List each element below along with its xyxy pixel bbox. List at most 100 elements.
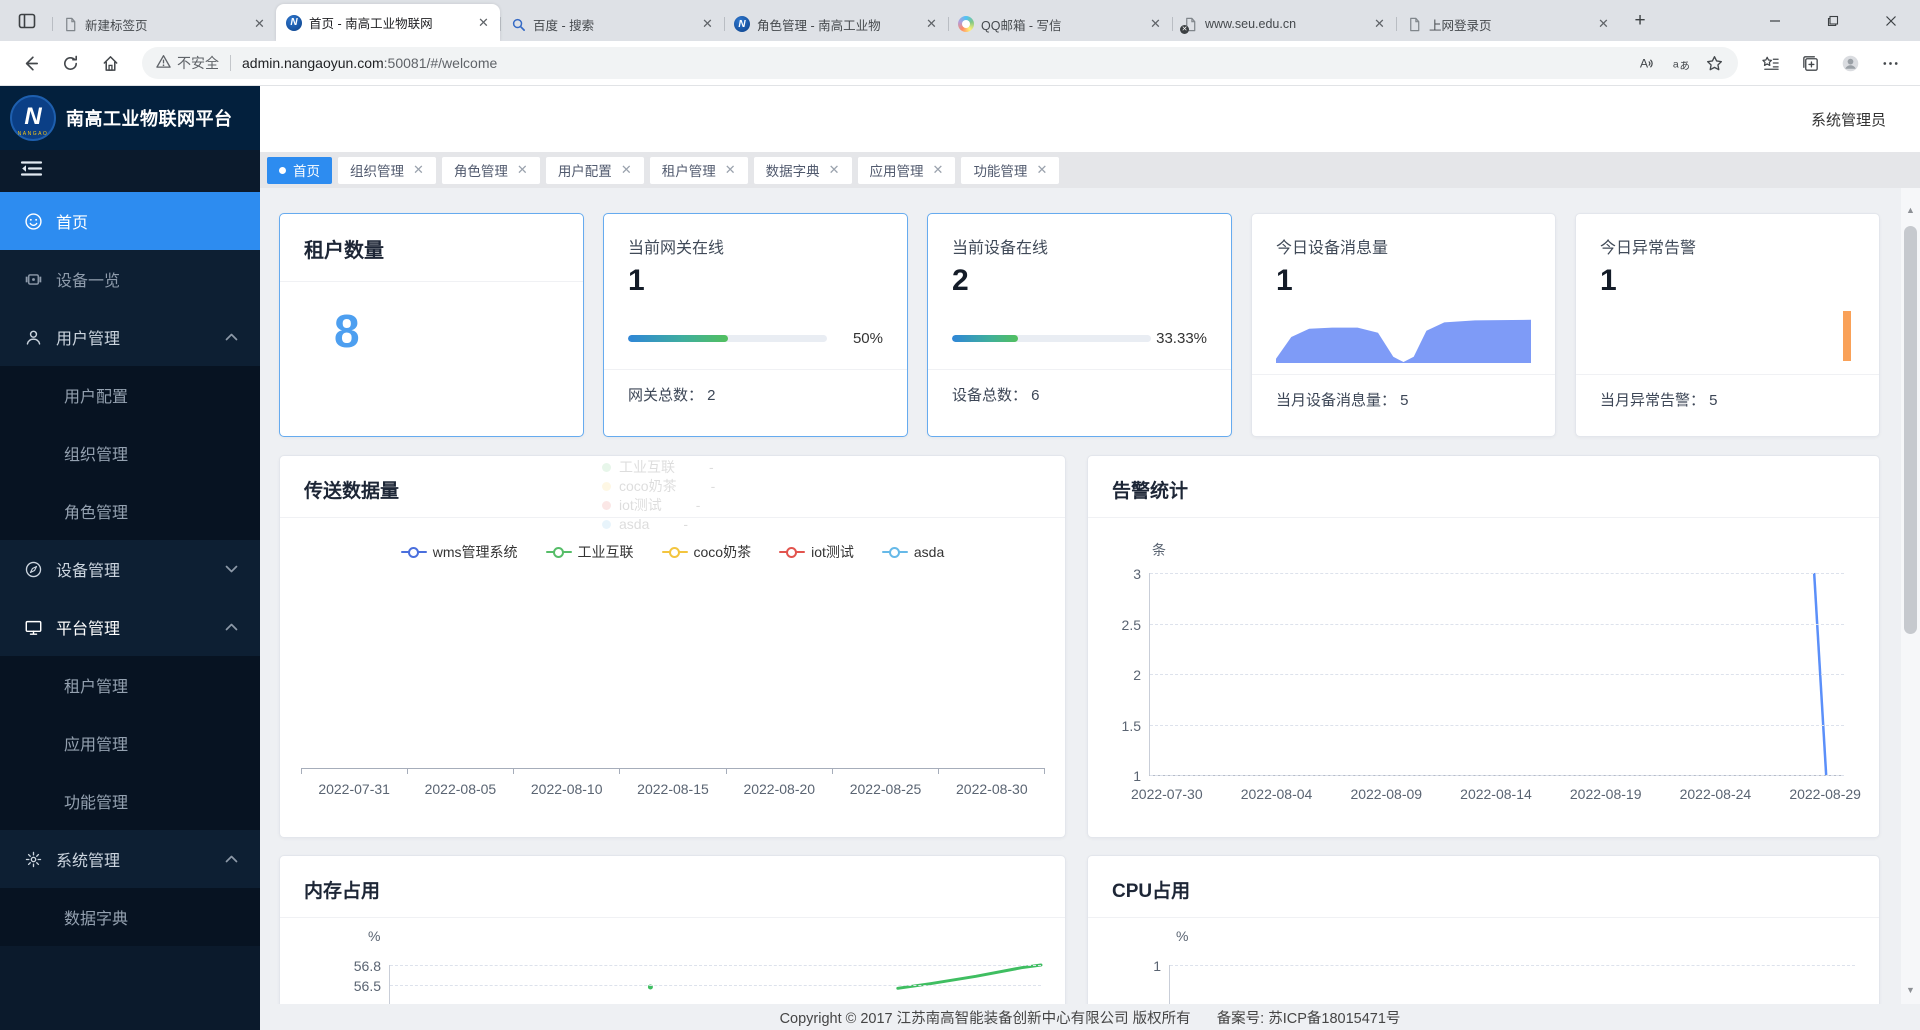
browser-tab[interactable]: N首页 - 南高工业物联网✕ (276, 4, 500, 41)
sidebar-item-用户管理[interactable]: 用户管理 (0, 308, 260, 366)
browser-tab[interactable]: 上网登录页✕ (1396, 7, 1620, 41)
address-bar[interactable]: 不安全 admin.nangaoyun.com:50081/#/welcome … (142, 47, 1738, 79)
favorite-star-icon[interactable] (1698, 47, 1730, 79)
browser-tab[interactable]: N角色管理 - 南高工业物✕ (724, 7, 948, 41)
tab-close-icon[interactable]: ✕ (1595, 16, 1612, 33)
y-axis-label: 1 (1153, 958, 1161, 974)
current-user[interactable]: 系统管理员 (1811, 109, 1886, 130)
sidebar-item-应用管理[interactable]: 应用管理 (0, 714, 260, 772)
stat-card-当前设备在线: 当前设备在线233.33%设备总数： 6 (927, 213, 1232, 437)
axis-tick (619, 769, 620, 774)
scroll-down-icon[interactable]: ▼ (1901, 982, 1920, 998)
tab-close-icon[interactable]: ✕ (475, 14, 492, 31)
sidebar-item-用户配置[interactable]: 用户配置 (0, 366, 260, 424)
tab-close-icon[interactable]: ✕ (1371, 16, 1388, 33)
page-tab-label: 功能管理 (973, 160, 1027, 180)
close-icon[interactable]: ✕ (621, 162, 632, 178)
page-tab-应用管理[interactable]: 应用管理✕ (858, 157, 956, 184)
url-host: admin.nangaoyun.com (242, 55, 384, 71)
browser-tab[interactable]: ✕www.seu.edu.cn✕ (1172, 7, 1396, 41)
alarm-stats-chart-card: 告警统计 条 32.521.51 2022-07-302022-08-04202… (1087, 455, 1880, 838)
scroll-up-icon[interactable]: ▲ (1901, 202, 1920, 218)
legend-item-asda[interactable]: asda (882, 544, 944, 560)
monitor-icon (24, 618, 43, 637)
browser-tab[interactable]: 百度 - 搜索✕ (500, 7, 724, 41)
sidebar-item-组织管理[interactable]: 组织管理 (0, 424, 260, 482)
favorites-bar-icon[interactable] (1754, 47, 1786, 79)
scrollbar-thumb[interactable] (1904, 226, 1917, 634)
collections-icon[interactable] (1794, 47, 1826, 79)
axis-tick (301, 769, 302, 774)
url-text[interactable]: admin.nangaoyun.com:50081/#/welcome (242, 55, 497, 71)
x-axis-label: 2022-08-19 (1570, 786, 1642, 802)
smiley-icon (24, 212, 43, 231)
sidebar-item-label: 数据字典 (64, 905, 128, 929)
legend-marker-icon (401, 547, 427, 557)
maximize-button[interactable] (1804, 0, 1862, 41)
sidebar-collapse-row (0, 150, 260, 192)
content-scrollbar[interactable]: ▲ ▼ (1901, 188, 1920, 1004)
browser-tab[interactable]: 新建标签页✕ (52, 7, 276, 41)
close-icon[interactable]: ✕ (1036, 162, 1047, 178)
close-icon[interactable]: ✕ (725, 162, 736, 178)
page-tab-组织管理[interactable]: 组织管理✕ (338, 157, 436, 184)
tab-close-icon[interactable]: ✕ (699, 16, 716, 33)
legend-marker-icon (779, 547, 805, 557)
sidebar-item-首页[interactable]: 首页 (0, 192, 260, 250)
page-tab-label: 用户配置 (558, 160, 612, 180)
page-tab-功能管理[interactable]: 功能管理 ✕ (961, 157, 1059, 184)
divider (1252, 374, 1555, 375)
sidebar-menu: 首页设备一览用户管理用户配置组织管理角色管理设备管理平台管理租户管理应用管理功能… (0, 192, 260, 1030)
close-icon[interactable]: ✕ (517, 162, 528, 178)
page-tab-label: 租户管理 (662, 160, 716, 180)
legend-item-wms管理系统[interactable]: wms管理系统 (401, 542, 518, 562)
page-tab-租户管理[interactable]: 租户管理 ✕ (650, 157, 748, 184)
chart-legend: wms管理系统 工业互联 coco奶茶 iot测试 asda (304, 542, 1041, 562)
y-axis-label: 56.5 (354, 978, 381, 994)
sidebar-item-角色管理[interactable]: 角色管理 (0, 482, 260, 540)
back-icon[interactable] (14, 47, 46, 79)
profile-avatar-icon[interactable] (1834, 47, 1866, 79)
page-tab-用户配置[interactable]: 用户配置 ✕ (546, 157, 644, 184)
page-tab-角色管理[interactable]: 角色管理✕ (442, 157, 540, 184)
collapse-menu-icon[interactable] (20, 160, 43, 182)
sidebar-item-label: 用户配置 (64, 383, 128, 407)
tab-actions-icon[interactable] (12, 7, 42, 35)
x-axis-label: 2022-08-30 (939, 781, 1045, 797)
grid-line: 2 (1150, 674, 1844, 675)
tab-close-icon[interactable]: ✕ (1147, 16, 1164, 33)
legend-item-iot测试[interactable]: iot测试 (779, 542, 854, 562)
sidebar-item-数据字典[interactable]: 数据字典 (0, 888, 260, 946)
x-axis-label: 2022-08-09 (1350, 786, 1422, 802)
tab-close-icon[interactable]: ✕ (923, 16, 940, 33)
settings-more-icon[interactable] (1874, 47, 1906, 79)
translate-icon[interactable]: aあ (1664, 47, 1696, 79)
close-icon[interactable]: ✕ (933, 162, 944, 178)
page-tab-数据字典[interactable]: 数据字典✕ (754, 157, 852, 184)
home-icon[interactable] (94, 47, 126, 79)
security-warning[interactable]: 不安全 (156, 53, 219, 73)
new-tab-button[interactable]: + (1626, 7, 1654, 35)
browser-tab[interactable]: QQ邮箱 - 写信✕ (948, 7, 1172, 41)
sidebar-item-平台管理[interactable]: 平台管理 (0, 598, 260, 656)
x-axis-label: 2022-08-10 (514, 781, 620, 797)
x-axis-label: 2022-08-24 (1680, 786, 1752, 802)
sidebar-item-租户管理[interactable]: 租户管理 (0, 656, 260, 714)
sidebar-item-功能管理[interactable]: 功能管理 (0, 772, 260, 830)
legend-item-coco奶茶[interactable]: coco奶茶 (662, 542, 752, 562)
sidebar-item-设备一览[interactable]: 设备一览 (0, 250, 260, 308)
sidebar-item-系统管理[interactable]: 系统管理 (0, 830, 260, 888)
device-icon (24, 270, 43, 289)
tab-close-icon[interactable]: ✕ (251, 16, 268, 33)
page-tab-首页[interactable]: 首页 (267, 157, 332, 184)
legend-item-工业互联[interactable]: 工业互联 (546, 542, 634, 562)
sidebar-item-设备管理[interactable]: 设备管理 (0, 540, 260, 598)
divider (280, 917, 1065, 918)
page-favicon (62, 16, 78, 32)
close-icon[interactable]: ✕ (829, 162, 840, 178)
close-window-button[interactable] (1862, 0, 1920, 41)
read-aloud-icon[interactable]: A (1630, 47, 1662, 79)
minimize-button[interactable] (1746, 0, 1804, 41)
refresh-icon[interactable] (54, 47, 86, 79)
close-icon[interactable]: ✕ (413, 162, 424, 178)
